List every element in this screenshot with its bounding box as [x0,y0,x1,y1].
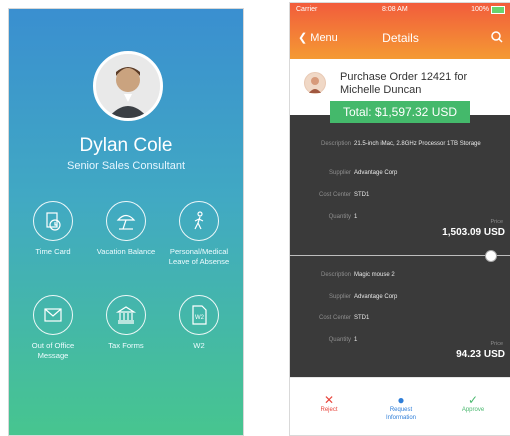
tile-label: Out of Office Message [31,341,75,360]
quantity-label: Quantity [328,214,351,220]
action-bar: ✕ Reject ● Request Information ✓ Approve [290,377,510,435]
cost-center-value: STD1 [354,315,370,321]
request-information-button[interactable]: ● Request Information [374,393,428,422]
checkmark-icon: ✓ [467,393,479,407]
tile-label: Personal/Medical Leave of Absense [168,247,230,266]
slider-handle[interactable] [485,250,497,262]
battery-icon [491,6,505,14]
tile-label: W2 [193,341,205,350]
supplier-label: Supplier [328,294,351,300]
tile-label: Vacation Balance [96,247,156,256]
tile-w2[interactable]: W2 W2 [163,295,235,351]
avatar-photo-icon [96,54,160,118]
approve-button[interactable]: ✓ Approve [448,393,498,414]
building-icon [106,295,146,335]
description-value: 21.5-inch iMac, 2.8GHz Processor 1TB Sto… [354,141,481,147]
reject-button[interactable]: ✕ Reject [304,393,354,414]
employee-self-service-screen: Dylan Cole Senior Sales Consultant Time … [8,8,244,436]
price-label: Price [490,219,503,225]
order-title: Purchase Order 12421 for Michelle Duncan [340,71,468,96]
tile-personal-medical-leave[interactable]: Personal/Medical Leave of Absense [163,201,235,267]
walking-person-icon [179,201,219,241]
profile-name: Dylan Cole [79,135,173,156]
cost-center-label: Cost Center [318,192,351,198]
tile-label: Time Card [35,247,71,256]
cost-center-value: STD1 [354,192,370,198]
approve-label: Approve [461,407,485,413]
divider [290,255,510,256]
tile-label: Tax Forms [108,341,144,350]
item-2-price: 94.23 USD [456,349,505,360]
search-icon[interactable] [491,30,503,48]
tile-tax-forms[interactable]: Tax Forms [90,295,162,351]
status-time: 8:08 AM [382,6,408,13]
profile-title: Senior Sales Consultant [66,160,185,172]
close-icon: ✕ [323,393,335,407]
description-label: Description [320,272,351,278]
reject-label: Reject [320,407,338,413]
avatar [93,51,163,121]
line-items: Description 21.5-inch iMac, 2.8GHz Proce… [290,115,510,377]
carrier-label: Carrier [296,6,318,13]
description-label: Description [320,141,351,147]
description-value: Magic mouse 2 [354,272,395,278]
help-icon: ● [397,393,405,407]
battery-percent: 100% [471,6,489,13]
tile-out-of-office[interactable]: Out of Office Message [17,295,89,361]
price-label: Price [490,341,503,347]
nav-title: Details [382,31,419,45]
order-total-badge: Total: $1,597.32 USD [330,101,470,123]
purchase-order-details-screen: Carrier 8:08 AM 100% ❮ Menu Details Purc… [289,2,510,436]
time-card-icon [33,201,73,241]
item-1-price: 1,503.09 USD [442,227,505,238]
beach-umbrella-icon [106,201,146,241]
supplier-value: Advantage Corp [354,294,398,300]
tile-vacation-balance[interactable]: Vacation Balance [90,201,162,257]
quantity-label: Quantity [328,337,351,343]
mail-icon [33,295,73,335]
quantity-value: 1 [354,214,358,220]
header: Carrier 8:08 AM 100% ❮ Menu Details [290,3,510,59]
supplier-value: Advantage Corp [354,170,398,176]
requester-avatar [304,72,326,94]
tile-time-card[interactable]: Time Card [17,201,89,257]
request-label: Request Information [385,407,416,421]
supplier-label: Supplier [328,170,351,176]
w2-document-icon: W2 [179,295,219,335]
w2-badge: W2 [195,315,205,321]
quantity-value: 1 [354,337,358,343]
cost-center-label: Cost Center [318,315,351,321]
